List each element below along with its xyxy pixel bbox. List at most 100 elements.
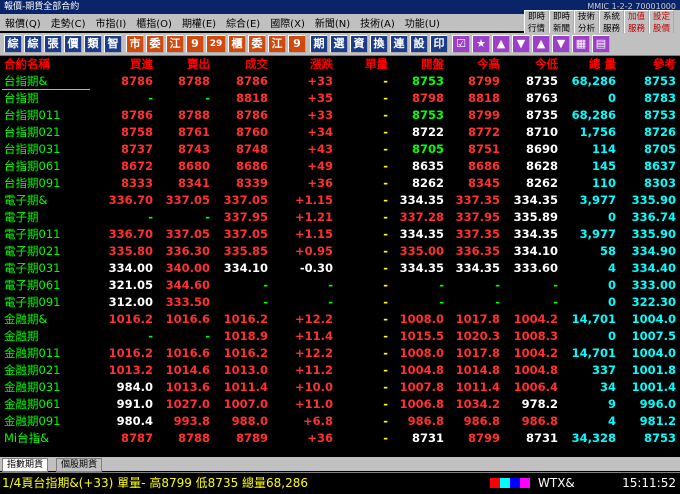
- table-row[interactable]: 金融期 - -1018.9 +11.4-1015.5 1020.3 1008.3 0 1007…: [2, 328, 678, 345]
- table-row[interactable]: 金融期031 984.0 1013.6 1011.4 +10.0 -1007.8 1011.…: [2, 379, 678, 396]
- cell: 1016.6: [165, 346, 210, 360]
- column-header[interactable]: 今高: [477, 56, 500, 73]
- toolbar-button[interactable]: 委: [146, 35, 164, 53]
- menu-item[interactable]: 新聞(N): [310, 15, 355, 30]
- column-header[interactable]: 漲跌: [310, 56, 333, 73]
- cell: 8818: [467, 91, 500, 105]
- menu-item[interactable]: 國際(X): [265, 15, 310, 30]
- table-row[interactable]: 電子期091 312.00 333.50 - - - - - - 0 322.30: [2, 294, 678, 311]
- toolbar-button[interactable]: 選: [330, 35, 348, 53]
- table-row[interactable]: Mi台指& 8787 8788 8789 +36 - 8731 8799 8731 34,328 8…: [2, 430, 678, 447]
- cell: -: [383, 261, 388, 275]
- table-row[interactable]: 台指期021 8758 8761 8760 +34 - 8722 8772 8710 1,756 8…: [2, 124, 678, 141]
- cell: -: [383, 74, 388, 88]
- table-row[interactable]: 電子期021 335.80 336.30 335.85 +0.95 -335.00 336.…: [2, 243, 678, 260]
- cell: 1014.6: [165, 363, 210, 377]
- toolbar-button[interactable]: 綜: [24, 35, 42, 53]
- column-header[interactable]: 成交: [245, 56, 268, 73]
- toolbar-button[interactable]: ▼: [552, 35, 570, 53]
- toolbar-button[interactable]: 類: [84, 35, 102, 53]
- table-row[interactable]: 台指期091 8333 8341 8339 +36 - 8262 8345 8262 110 830…: [2, 175, 678, 192]
- cell: -: [553, 295, 558, 309]
- toolbar-button[interactable]: 綜: [4, 35, 22, 53]
- table-row[interactable]: 電子期 - -337.95 +1.21-337.28 337.95 335.89 0 336.…: [2, 209, 678, 226]
- toolbar-button[interactable]: 委: [248, 35, 266, 53]
- cell: -: [205, 210, 210, 224]
- menu-item[interactable]: 櫃指(O): [131, 15, 177, 30]
- cell: 312.00: [108, 295, 153, 309]
- toolbar-button[interactable]: 印: [430, 35, 448, 53]
- cell: 14,701: [571, 346, 616, 360]
- toolbar-button[interactable]: 櫃: [228, 35, 246, 53]
- cell: 8798: [411, 91, 444, 105]
- toolbar-button[interactable]: 換: [370, 35, 388, 53]
- menu-item[interactable]: 功能(U): [400, 15, 445, 30]
- toolbar-button[interactable]: ▲: [492, 35, 510, 53]
- cell: -: [495, 295, 500, 309]
- table-row[interactable]: 台指期011 8786 8788 8786 +33 - 8753 8799 8735 68,286…: [2, 107, 678, 124]
- toolbar-button[interactable]: 29: [206, 35, 226, 53]
- table-row[interactable]: 台指期061 8672 8680 8686 +49 - 8635 8686 8628 145 863…: [2, 158, 678, 175]
- cell: 1013.2: [108, 363, 153, 377]
- status-text: 1/4頁台指期&(+33) 單量- 高8799 低8735 總量68,286: [2, 476, 309, 490]
- menu-item[interactable]: 期權(E): [177, 15, 221, 30]
- toolbar-button[interactable]: 市: [126, 35, 144, 53]
- toolbar-button[interactable]: ▦: [572, 35, 590, 53]
- column-header[interactable]: 賣出: [187, 56, 210, 73]
- toolbar-button[interactable]: ★: [472, 35, 490, 53]
- toolbar-button[interactable]: 9: [186, 35, 204, 53]
- toolbar-button[interactable]: 期: [310, 35, 328, 53]
- column-header[interactable]: 參考: [653, 56, 676, 73]
- tab-stock-futures[interactable]: 個股期貨: [56, 458, 103, 472]
- cell: 337.28: [399, 210, 444, 224]
- column-header[interactable]: 合約名稱: [4, 56, 50, 73]
- table-row[interactable]: 電子期061 321.05 344.60 - - - - - - 0 333.00: [2, 277, 678, 294]
- cell: 8686: [235, 159, 268, 173]
- cell: 334.35: [513, 193, 558, 207]
- cell: 1004.0: [631, 312, 676, 326]
- tab-index-futures[interactable]: 指數期貨: [2, 458, 49, 472]
- toolbar-button[interactable]: 設: [410, 35, 428, 53]
- column-header[interactable]: 今低: [535, 56, 558, 73]
- cell: 1013.6: [165, 380, 210, 394]
- table-row[interactable]: 台指期031 8737 8743 8748 +43 - 8705 8751 8690 114 870…: [2, 141, 678, 158]
- table-row[interactable]: 電子期011 336.70 337.05 337.05 +1.15-334.35 337.…: [2, 226, 678, 243]
- toolbar-button[interactable]: 江: [268, 35, 286, 53]
- toolbar-button[interactable]: ▤: [592, 35, 610, 53]
- table-row[interactable]: 金融期021 1013.2 1014.6 1013.0 +11.2-1004.8 1014…: [2, 362, 678, 379]
- menu-item[interactable]: 走勢(C): [46, 15, 91, 30]
- cell: 991.0: [116, 397, 153, 411]
- toolbar-button[interactable]: ▲: [532, 35, 550, 53]
- toolbar-button[interactable]: ☑: [452, 35, 470, 53]
- toolbar-button[interactable]: 江: [166, 35, 184, 53]
- column-header[interactable]: 開盤: [421, 56, 444, 73]
- column-header[interactable]: 買進: [130, 56, 153, 73]
- table-row[interactable]: 台指期& 8786 8788 8786 +33 - 8753 8799 8735 68,286 87…: [2, 73, 678, 90]
- cell: -: [383, 380, 388, 394]
- toolbar-button[interactable]: 智: [104, 35, 122, 53]
- toolbar-button[interactable]: ▼: [512, 35, 530, 53]
- toolbar-button[interactable]: 9: [288, 35, 306, 53]
- menu-item[interactable]: 市指(I): [90, 15, 131, 30]
- cell: -: [383, 329, 388, 343]
- menu-item[interactable]: 報價(Q): [0, 15, 46, 30]
- table-row[interactable]: 金融期061 991.0 1027.0 1007.0 +11.0 -1006.8 1034.…: [2, 396, 678, 413]
- table-row[interactable]: 金融期011 1016.2 1016.6 1016.2 +12.2 -1008.0 1017…: [2, 345, 678, 362]
- menu-item[interactable]: 技術(A): [355, 15, 400, 30]
- cell: +0.95: [294, 244, 333, 258]
- toolbar-button[interactable]: 資: [350, 35, 368, 53]
- table-row[interactable]: 台指期 - - 8818 +35 - 8798 8818 8763 0 8783: [2, 90, 678, 107]
- menu-item[interactable]: 綜合(E): [221, 15, 265, 30]
- cell: +1.15: [294, 193, 333, 207]
- cell: 8760: [235, 125, 268, 139]
- toolbar-button[interactable]: 張: [44, 35, 62, 53]
- table-row[interactable]: 金融期091 980.4 993.8 988.0 +6.8 - 986.8 986.8 986.…: [2, 413, 678, 430]
- toolbar-button[interactable]: 價: [64, 35, 82, 53]
- table-row[interactable]: 電子期031 334.00 340.00 334.10 -0.30-334.35 334.…: [2, 260, 678, 277]
- toolbar-button[interactable]: 連: [390, 35, 408, 53]
- table-row[interactable]: 金融期& 1016.2 1016.6 1016.2 +12.2 -1008.0 1017.8…: [2, 311, 678, 328]
- column-header[interactable]: 單量: [365, 56, 388, 73]
- cell: 1008.3: [513, 329, 558, 343]
- column-header[interactable]: 總 量: [589, 56, 616, 73]
- table-row[interactable]: 電子期& 336.70 337.05 337.05 +1.15-334.35 337.35…: [2, 192, 678, 209]
